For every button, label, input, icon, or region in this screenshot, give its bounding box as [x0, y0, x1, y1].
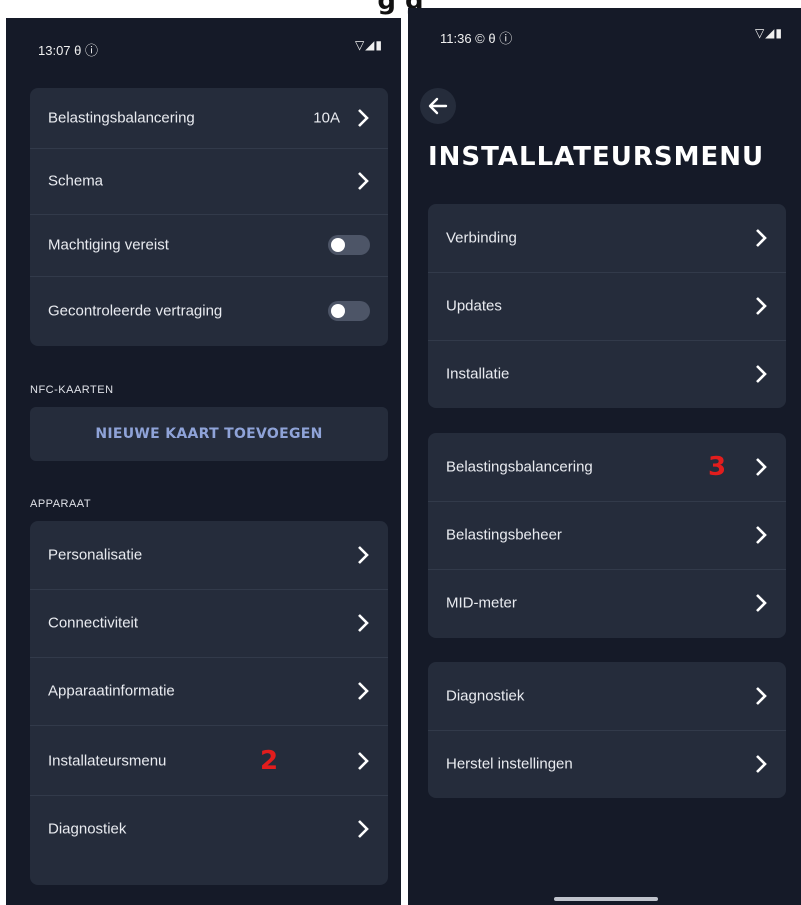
- status-bar: 11:36 © θ ⓘ ▽◢▮: [408, 8, 801, 58]
- menu-item-connectivity[interactable]: Connectiviteit: [30, 589, 388, 658]
- charging-settings-card: Belastingsbalancering 10A Schema Machtig…: [30, 88, 388, 346]
- right-phone-screen: 11:36 © θ ⓘ ▽◢▮ INSTALLATEURSMENU Verbin…: [408, 8, 801, 905]
- step-badge: 2: [260, 746, 279, 776]
- chevron-right-icon: [756, 458, 767, 476]
- status-time: 11:36 © θ ⓘ: [440, 31, 513, 46]
- menu-item-diagnostics[interactable]: Diagnostiek: [428, 662, 786, 731]
- chevron-right-icon: [358, 109, 369, 127]
- group-diagnostics-card: Diagnostiek Herstel instellingen: [428, 662, 786, 798]
- menu-item-label: Apparaatinformatie: [48, 682, 175, 700]
- setting-label: Gecontroleerde vertraging: [48, 302, 223, 320]
- device-card: Personalisatie Connectiviteit Apparaatin…: [30, 521, 388, 885]
- status-icons: ▽◢▮: [754, 26, 783, 40]
- menu-item-load-balancing[interactable]: Belastingsbalancering 3: [428, 433, 786, 502]
- page-title: INSTALLATEURSMENU: [428, 142, 765, 172]
- menu-item-reset-settings[interactable]: Herstel instellingen: [428, 730, 786, 798]
- back-button[interactable]: [420, 88, 456, 124]
- home-indicator[interactable]: [554, 897, 658, 901]
- menu-item-label: Updates: [446, 297, 502, 315]
- menu-item-device-info[interactable]: Apparaatinformatie: [30, 657, 388, 726]
- menu-item-label: Diagnostiek: [446, 687, 525, 705]
- menu-item-label: MID-meter: [446, 594, 517, 612]
- chevron-right-icon: [756, 365, 767, 383]
- chevron-right-icon: [358, 752, 369, 770]
- chevron-right-icon: [358, 172, 369, 190]
- menu-item-label: Belastingsbeheer: [446, 526, 562, 544]
- add-card-button[interactable]: NIEUWE KAART TOEVOEGEN: [30, 407, 388, 461]
- chevron-right-icon: [358, 546, 369, 564]
- setting-row-delay: Gecontroleerde vertraging: [30, 276, 388, 346]
- setting-row-load-balancing[interactable]: Belastingsbalancering 10A: [30, 88, 388, 149]
- menu-item-mid-meter[interactable]: MID-meter: [428, 569, 786, 637]
- setting-row-schedule[interactable]: Schema: [30, 148, 388, 215]
- menu-item-label: Herstel instellingen: [446, 755, 573, 773]
- group-connection-card: Verbinding Updates Installatie: [428, 204, 786, 408]
- step-badge: 3: [708, 452, 727, 482]
- chevron-right-icon: [358, 614, 369, 632]
- arrow-left-icon: [428, 97, 448, 115]
- chevron-right-icon: [756, 526, 767, 544]
- section-nfc-cards: NFC-KAARTEN: [30, 384, 114, 396]
- setting-label: Belastingsbalancering: [48, 109, 195, 127]
- group-load-card: Belastingsbalancering 3 Belastingsbeheer…: [428, 433, 786, 638]
- menu-item-label: Diagnostiek: [48, 820, 127, 838]
- status-bar: 13:07 θ ⓘ ▽◢▮: [6, 18, 401, 68]
- chevron-right-icon: [756, 297, 767, 315]
- menu-item-label: Belastingsbalancering: [446, 458, 593, 476]
- menu-item-label: Verbinding: [446, 229, 517, 247]
- left-phone-screen: 13:07 θ ⓘ ▽◢▮ Belastingsbalancering 10A …: [6, 18, 401, 905]
- chevron-right-icon: [358, 682, 369, 700]
- delay-toggle[interactable]: [328, 301, 370, 321]
- add-card-label: NIEUWE KAART TOEVOEGEN: [95, 426, 323, 442]
- status-time: 13:07 θ ⓘ: [38, 43, 98, 58]
- chevron-right-icon: [756, 229, 767, 247]
- setting-row-authorization: Machtiging vereist: [30, 214, 388, 277]
- menu-item-load-management[interactable]: Belastingsbeheer: [428, 501, 786, 570]
- status-icons: ▽◢▮: [354, 38, 383, 52]
- menu-item-installation[interactable]: Installatie: [428, 340, 786, 408]
- section-device: APPARAAT: [30, 498, 92, 510]
- chevron-right-icon: [358, 820, 369, 838]
- chevron-right-icon: [756, 687, 767, 705]
- authorization-toggle[interactable]: [328, 235, 370, 255]
- menu-item-connection[interactable]: Verbinding: [428, 204, 786, 273]
- menu-item-label: Installatie: [446, 365, 510, 383]
- menu-item-label: Connectiviteit: [48, 614, 139, 632]
- setting-label: Machtiging vereist: [48, 236, 169, 254]
- chevron-right-icon: [756, 755, 767, 773]
- menu-item-updates[interactable]: Updates: [428, 272, 786, 341]
- chevron-right-icon: [756, 594, 767, 612]
- setting-label: Schema: [48, 172, 104, 190]
- menu-item-installer-menu[interactable]: Installateursmenu 2: [30, 727, 388, 796]
- setting-value: 10A: [313, 109, 340, 127]
- menu-item-label: Personalisatie: [48, 546, 143, 564]
- menu-item-label: Installateursmenu: [48, 752, 167, 770]
- menu-item-diagnostics[interactable]: Diagnostiek: [30, 795, 388, 863]
- menu-item-personalisation[interactable]: Personalisatie: [30, 521, 388, 590]
